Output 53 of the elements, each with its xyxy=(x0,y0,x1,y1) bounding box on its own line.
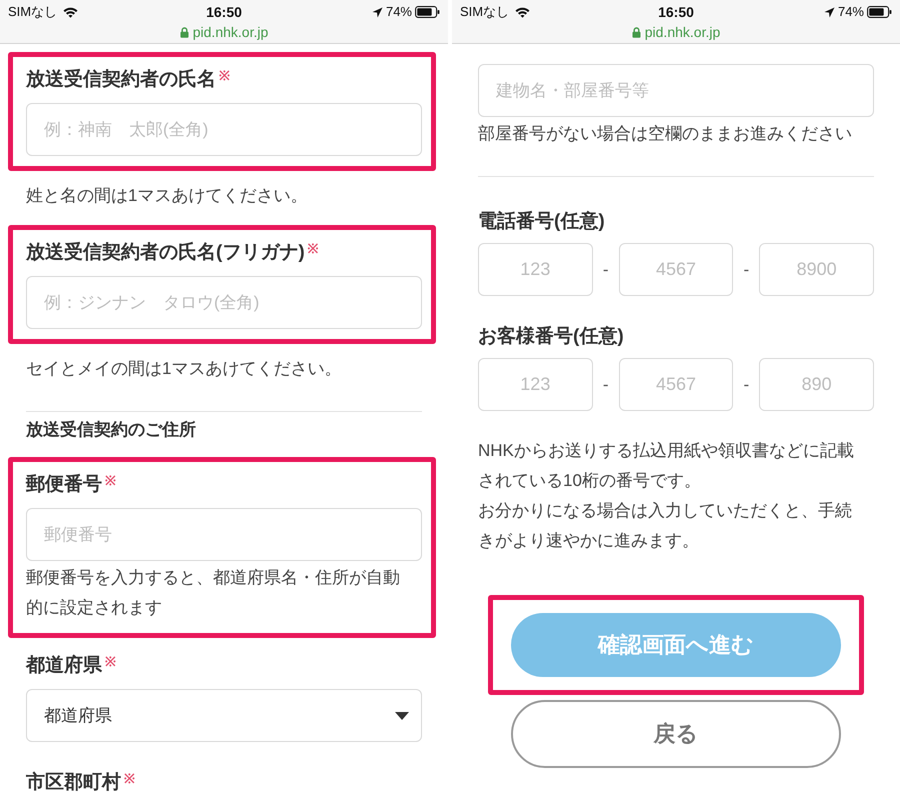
input-field[interactable]: 郵便番号 xyxy=(26,508,422,561)
time-label: 16:50 xyxy=(206,3,242,21)
input-field[interactable]: 4567 xyxy=(618,358,734,411)
time-label: 16:50 xyxy=(658,3,694,21)
field-label: 市区郡町村 xyxy=(26,770,121,795)
select-field[interactable]: 都道府県 xyxy=(26,689,422,742)
required-mark: ※ xyxy=(308,241,319,257)
required-mark: ※ xyxy=(105,654,116,670)
input-field[interactable]: 8900 xyxy=(759,243,874,296)
field-label: お客様番号(任意) xyxy=(478,324,624,349)
input-field[interactable]: 例：ジンナン タロウ(全角) xyxy=(26,276,422,329)
back-button[interactable]: 戻る xyxy=(511,700,841,768)
wifi-icon xyxy=(515,6,530,18)
hint-text: 郵便番号を入力すると、都道府県名・住所が自動的に設定されます xyxy=(26,567,401,619)
location-arrow-icon xyxy=(372,6,383,18)
caret-icon xyxy=(395,712,409,720)
input-field[interactable]: 890 xyxy=(759,358,874,411)
dash-separator: - xyxy=(743,374,750,394)
lock-icon xyxy=(180,26,189,38)
dash-separator: - xyxy=(602,374,608,394)
section-heading: 放送受信契約のご住所 xyxy=(26,419,197,441)
input-field[interactable]: 123 xyxy=(478,243,593,296)
field-label: 郵便番号 xyxy=(26,472,102,497)
required-mark: ※ xyxy=(124,771,135,787)
dash-separator: - xyxy=(743,260,750,280)
required-mark: ※ xyxy=(105,473,116,489)
battery-percent: 74% xyxy=(386,3,412,21)
location-arrow-icon xyxy=(824,6,835,18)
field-label: 放送受信契約者の氏名 xyxy=(26,68,216,92)
field-label: 放送受信契約者の氏名(フリガナ) xyxy=(26,240,305,265)
carrier-label: SIMなし xyxy=(8,3,58,21)
carrier-label: SIMなし xyxy=(460,3,510,21)
input-field[interactable]: 例：神南 太郎(全角) xyxy=(26,103,422,156)
field-label: 都道府県 xyxy=(26,654,102,678)
note-text: NHKからお送りする払込用紙や領収書などに記載されている10桁の番号です。 xyxy=(478,440,855,492)
url-text[interactable]: pid.nhk.or.jp xyxy=(192,23,268,41)
battery-percent: 74% xyxy=(838,3,864,21)
required-mark: ※ xyxy=(219,68,230,84)
wifi-icon xyxy=(63,6,78,18)
input-field[interactable]: 4567 xyxy=(618,243,734,296)
lock-icon xyxy=(632,26,641,38)
hint-text: セイとメイの間は1マスあけてください。 xyxy=(26,358,342,380)
dash-separator: - xyxy=(602,260,608,280)
field-label: 電話番号(任意) xyxy=(478,210,605,234)
submit-button[interactable]: 確認画面へ進む xyxy=(511,613,841,677)
url-text[interactable]: pid.nhk.or.jp xyxy=(644,23,720,41)
battery-icon xyxy=(415,6,440,18)
hint-text: 姓と名の間は1マスあけてください。 xyxy=(26,185,308,207)
hint-text: 部屋番号がない場合は空欄のままお進みください xyxy=(478,123,853,145)
note-text: お分かりになる場合は入力していただくと、手続きがより速やかに進みます。 xyxy=(478,500,853,552)
input-field[interactable]: 123 xyxy=(478,358,593,411)
battery-icon xyxy=(867,6,892,18)
input-field[interactable]: 建物名・部屋番号等 xyxy=(478,64,874,117)
